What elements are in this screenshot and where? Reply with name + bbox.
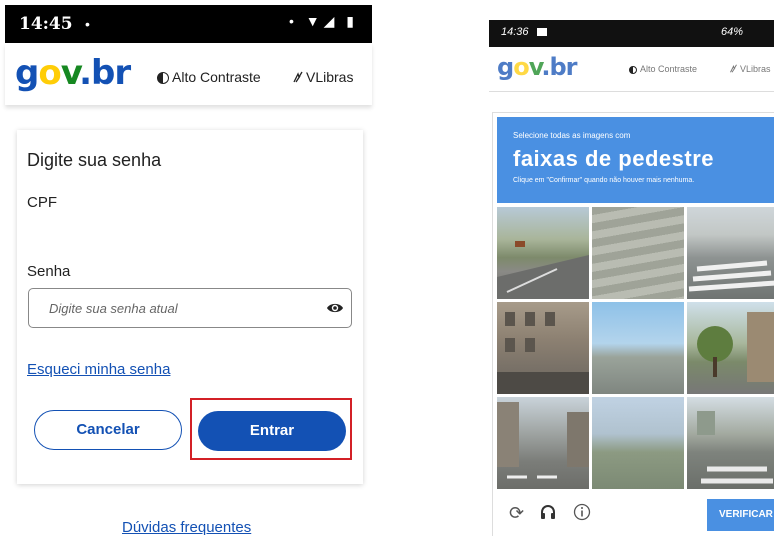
captcha-tile-road-crosswalk[interactable] bbox=[687, 397, 774, 489]
info-icon[interactable] bbox=[573, 503, 591, 521]
password-placeholder: Digite sua senha atual bbox=[49, 301, 178, 316]
captcha-tile-city-street[interactable] bbox=[497, 397, 589, 489]
vlibras-icon bbox=[730, 64, 737, 73]
tile-road-art bbox=[497, 241, 589, 299]
logo-letter-o: o bbox=[513, 53, 529, 81]
password-field[interactable]: Digite sua senha atual bbox=[28, 288, 352, 328]
left-phone-screen: 14:45 • • ▼◢ ▮ gov.br Alto Contraste VLi… bbox=[0, 0, 380, 536]
status-bar: 14:45 • • ▼◢ ▮ bbox=[5, 5, 372, 43]
contrast-icon bbox=[629, 66, 637, 74]
status-icons: • ▼◢ ▮ bbox=[288, 13, 358, 29]
tile-city-art bbox=[497, 402, 589, 479]
captcha-header: Selecione todas as imagens com faixas de… bbox=[497, 117, 774, 203]
captcha-tile-building[interactable] bbox=[497, 302, 589, 394]
vlibras-icon bbox=[293, 71, 303, 83]
battery-percent: 64% bbox=[721, 26, 744, 38]
captcha-tile-stairs[interactable] bbox=[592, 207, 684, 299]
card-title: Digite sua senha bbox=[27, 150, 162, 170]
tile-building-art bbox=[497, 312, 589, 394]
high-contrast-label: Alto Contraste bbox=[640, 64, 698, 74]
gallery-icon bbox=[537, 28, 547, 36]
logo-suffix-br: .br bbox=[79, 53, 131, 93]
vlibras-button-right[interactable]: VLibras bbox=[729, 64, 771, 74]
forgot-password-link[interactable]: Esqueci minha senha bbox=[27, 361, 170, 378]
logo-letter-g: g bbox=[497, 53, 514, 81]
status-notification-dot: • bbox=[85, 16, 90, 32]
contrast-icon bbox=[157, 72, 169, 84]
tile-tree-art bbox=[697, 312, 774, 382]
high-contrast-label: Alto Contraste bbox=[172, 69, 261, 85]
logo-letter-o: o bbox=[38, 53, 61, 93]
captcha-hint: Clique em "Confirmar" quando não houver … bbox=[513, 177, 695, 184]
logo-letter-g: g bbox=[15, 53, 39, 93]
govbr-header: gov.br Alto Contraste VLibras bbox=[5, 43, 372, 105]
senha-label: Senha bbox=[27, 263, 71, 280]
vlibras-label: VLibras bbox=[306, 69, 354, 85]
govbr-logo-right[interactable]: gov.br bbox=[497, 53, 578, 81]
faq-link[interactable]: Dúvidas frequentes bbox=[122, 519, 251, 536]
govbr-header-right: gov.br Alto Contraste VLibras bbox=[489, 47, 774, 92]
captcha-instruction: Selecione todas as imagens com bbox=[513, 131, 631, 140]
eye-icon[interactable] bbox=[326, 299, 344, 317]
enter-button[interactable]: Entrar bbox=[198, 411, 346, 451]
verify-button[interactable]: VERIFICAR bbox=[707, 499, 774, 531]
vlibras-button[interactable]: VLibras bbox=[292, 69, 353, 85]
tile-crosswalk-art bbox=[688, 260, 774, 292]
high-contrast-toggle[interactable]: Alto Contraste bbox=[157, 69, 261, 85]
status-bar-right: 14:36 64% bbox=[489, 20, 774, 47]
logo-suffix-br: .br bbox=[541, 53, 577, 81]
govbr-logo[interactable]: gov.br bbox=[15, 53, 131, 93]
headphones-icon[interactable] bbox=[539, 503, 557, 521]
right-phone-screen: 14:36 64% gov.br Alto Contraste VLibras … bbox=[487, 0, 774, 536]
logo-letter-v: v bbox=[60, 53, 80, 93]
refresh-icon[interactable]: ⟳ bbox=[509, 503, 524, 524]
cpf-label: CPF bbox=[27, 194, 57, 211]
high-contrast-toggle-right[interactable]: Alto Contraste bbox=[629, 64, 697, 74]
captcha-tile-crosswalk[interactable] bbox=[687, 207, 774, 299]
tile-road2-art bbox=[697, 411, 773, 484]
captcha-tile-avenue[interactable] bbox=[592, 397, 684, 489]
vlibras-label: VLibras bbox=[740, 64, 771, 74]
logo-letter-v: v bbox=[528, 53, 543, 81]
captcha-tile-road[interactable] bbox=[497, 207, 589, 299]
captcha-footer: ⟳ VERIFICAR bbox=[497, 491, 774, 535]
status-time-right: 14:36 bbox=[501, 26, 529, 38]
captcha-widget: Selecione todas as imagens com faixas de… bbox=[492, 112, 774, 536]
captcha-tile-street-tree[interactable] bbox=[687, 302, 774, 394]
captcha-tile-plaza[interactable] bbox=[592, 302, 684, 394]
status-time: 14:45 bbox=[19, 14, 73, 34]
login-card: Digite sua senha CPF Senha Digite sua se… bbox=[17, 130, 363, 484]
cancel-button[interactable]: Cancelar bbox=[34, 410, 182, 450]
captcha-target: faixas de pedestre bbox=[513, 146, 714, 171]
